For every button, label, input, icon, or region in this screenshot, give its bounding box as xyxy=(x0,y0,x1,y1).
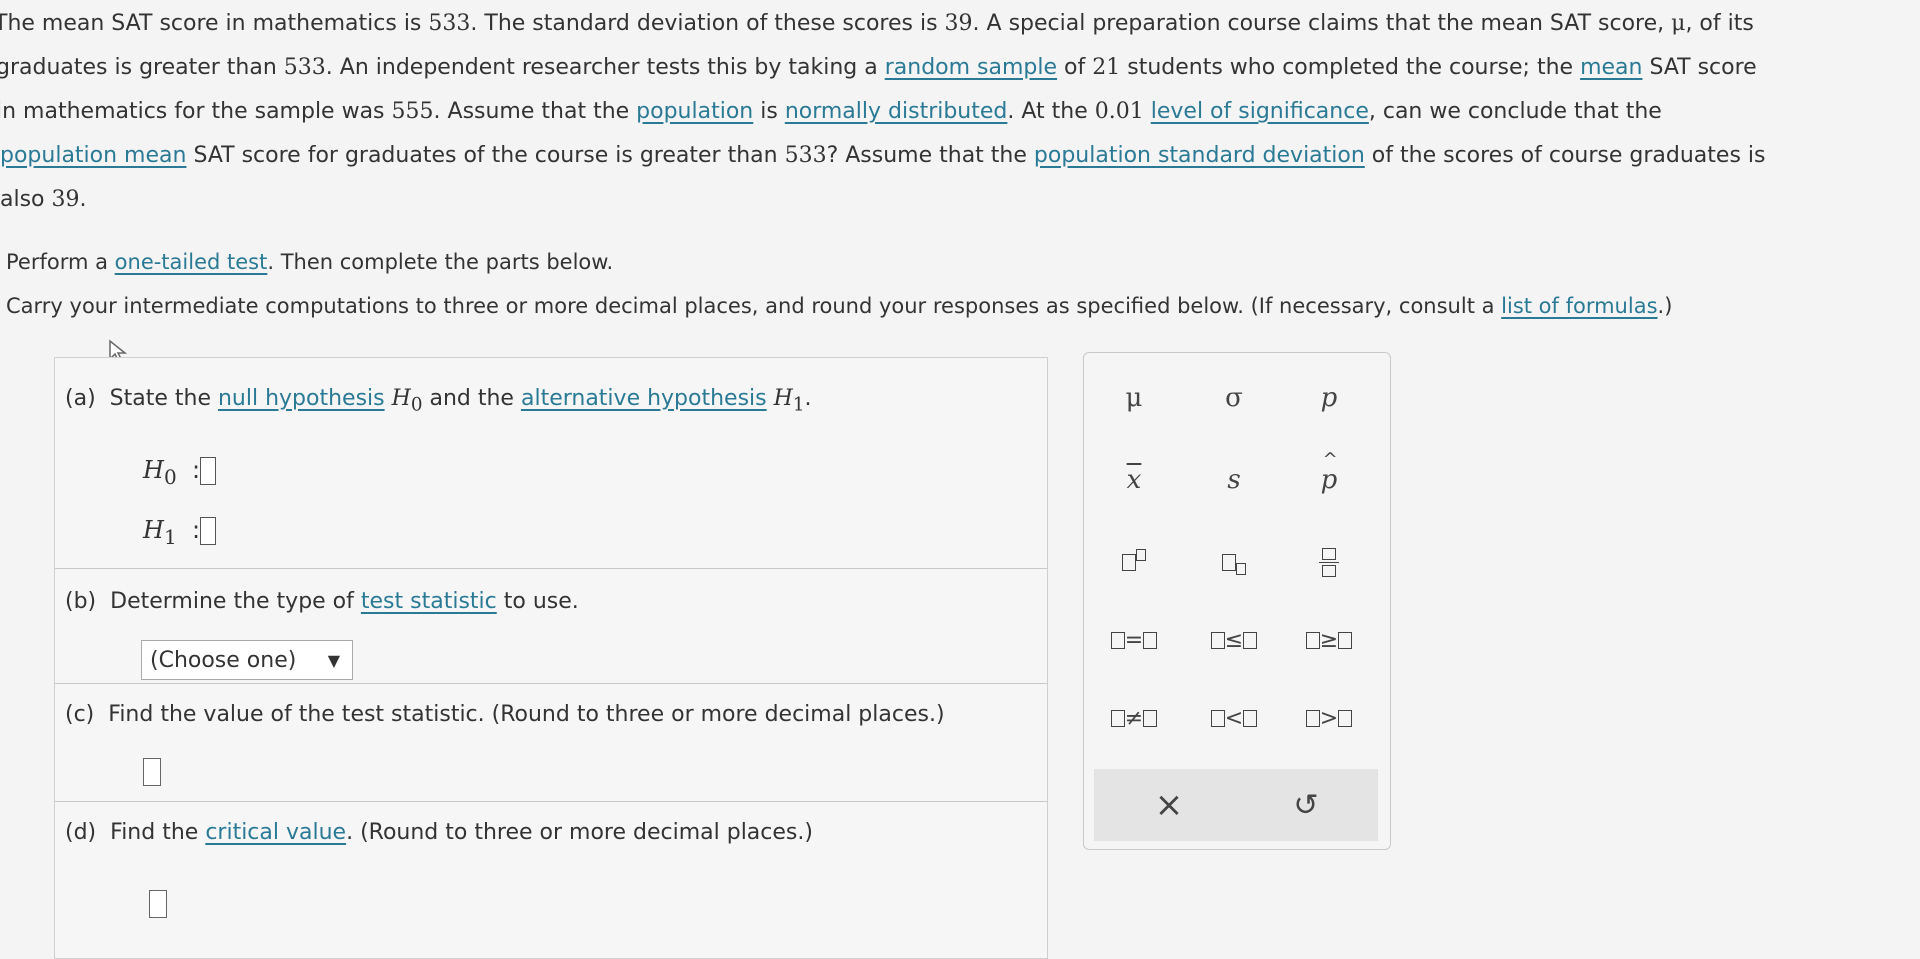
h1-row: H1 : xyxy=(143,516,217,549)
problem-text: The mean SAT score in mathematics is 533… xyxy=(0,2,1910,222)
test-statistic-input[interactable] xyxy=(143,758,161,786)
one-tailed-test-link[interactable]: one-tailed test xyxy=(115,250,268,274)
equals-button[interactable]: = xyxy=(1094,615,1174,665)
sigma-button[interactable]: σ xyxy=(1194,373,1274,423)
h0-row: H0 : xyxy=(143,456,217,489)
part-a-section: (a) State the null hypothesis H0 and the… xyxy=(55,358,1047,568)
perform-instruction: Perform a one-tailed test. Then complete… xyxy=(6,250,614,274)
population-link[interactable]: population xyxy=(636,99,753,124)
greater-than-button[interactable]: > xyxy=(1289,693,1369,743)
symbol-palette: μ σ p x s ^ p = ≤ ≥ ≠ < > × ↺ xyxy=(1083,352,1391,850)
population-mean-link[interactable]: population mean xyxy=(0,143,186,168)
part-c-prompt: (c) Find the value of the test statistic… xyxy=(65,702,945,727)
part-c-section: (c) Find the value of the test statistic… xyxy=(55,683,1047,802)
carry-instruction: Carry your intermediate computations to … xyxy=(6,294,1673,318)
mu-button[interactable]: μ xyxy=(1094,373,1174,423)
test-statistic-dropdown[interactable]: (Choose one) ▼ xyxy=(141,640,353,680)
problem-line-3: in mathematics for the sample was 555. A… xyxy=(0,99,1662,124)
level-of-significance-link[interactable]: level of significance xyxy=(1151,99,1369,124)
s-button[interactable]: s xyxy=(1194,455,1274,505)
part-d-prompt: (d) Find the critical value. (Round to t… xyxy=(65,820,813,845)
random-sample-link[interactable]: random sample xyxy=(885,55,1057,80)
problem-line-2: graduates is greater than 533. An indepe… xyxy=(0,55,1757,80)
alternative-hypothesis-link[interactable]: alternative hypothesis xyxy=(521,386,767,411)
not-equal-button[interactable]: ≠ xyxy=(1094,693,1174,743)
null-hypothesis-link[interactable]: null hypothesis xyxy=(218,386,385,411)
mean-link[interactable]: mean xyxy=(1580,55,1642,80)
subscript-button[interactable] xyxy=(1194,537,1274,587)
h0-input[interactable] xyxy=(200,457,217,485)
h1-input[interactable] xyxy=(200,517,217,545)
p-button[interactable]: p xyxy=(1289,373,1369,423)
x-bar-button[interactable]: x xyxy=(1094,455,1174,505)
dropdown-arrow-icon: ▼ xyxy=(327,651,340,670)
undo-icon[interactable]: ↺ xyxy=(1266,780,1346,830)
test-statistic-link[interactable]: test statistic xyxy=(361,589,497,614)
problem-line-1: The mean SAT score in mathematics is 533… xyxy=(0,11,1754,36)
palette-action-bar: × ↺ xyxy=(1094,769,1378,841)
fraction-button[interactable] xyxy=(1289,537,1369,587)
clear-icon[interactable]: × xyxy=(1129,780,1209,830)
problem-line-5: also 39. xyxy=(0,187,87,212)
less-than-button[interactable]: < xyxy=(1194,693,1274,743)
p-hat-button[interactable]: ^ p xyxy=(1289,449,1369,505)
list-of-formulas-link[interactable]: list of formulas xyxy=(1501,294,1657,318)
part-a-prompt: (a) State the null hypothesis H0 and the… xyxy=(65,386,812,416)
normally-distributed-link[interactable]: normally distributed xyxy=(785,99,1008,124)
less-equal-button[interactable]: ≤ xyxy=(1194,615,1274,665)
critical-value-link[interactable]: critical value xyxy=(205,820,346,845)
answer-panel: (a) State the null hypothesis H0 and the… xyxy=(54,357,1048,959)
part-d-section: (d) Find the critical value. (Round to t… xyxy=(55,801,1047,959)
greater-equal-button[interactable]: ≥ xyxy=(1289,615,1369,665)
population-standard-deviation-link[interactable]: population standard deviation xyxy=(1034,143,1365,168)
superscript-button[interactable] xyxy=(1094,537,1174,587)
part-b-prompt: (b) Determine the type of test statistic… xyxy=(65,589,579,614)
problem-line-4: population mean SAT score for graduates … xyxy=(0,143,1766,168)
